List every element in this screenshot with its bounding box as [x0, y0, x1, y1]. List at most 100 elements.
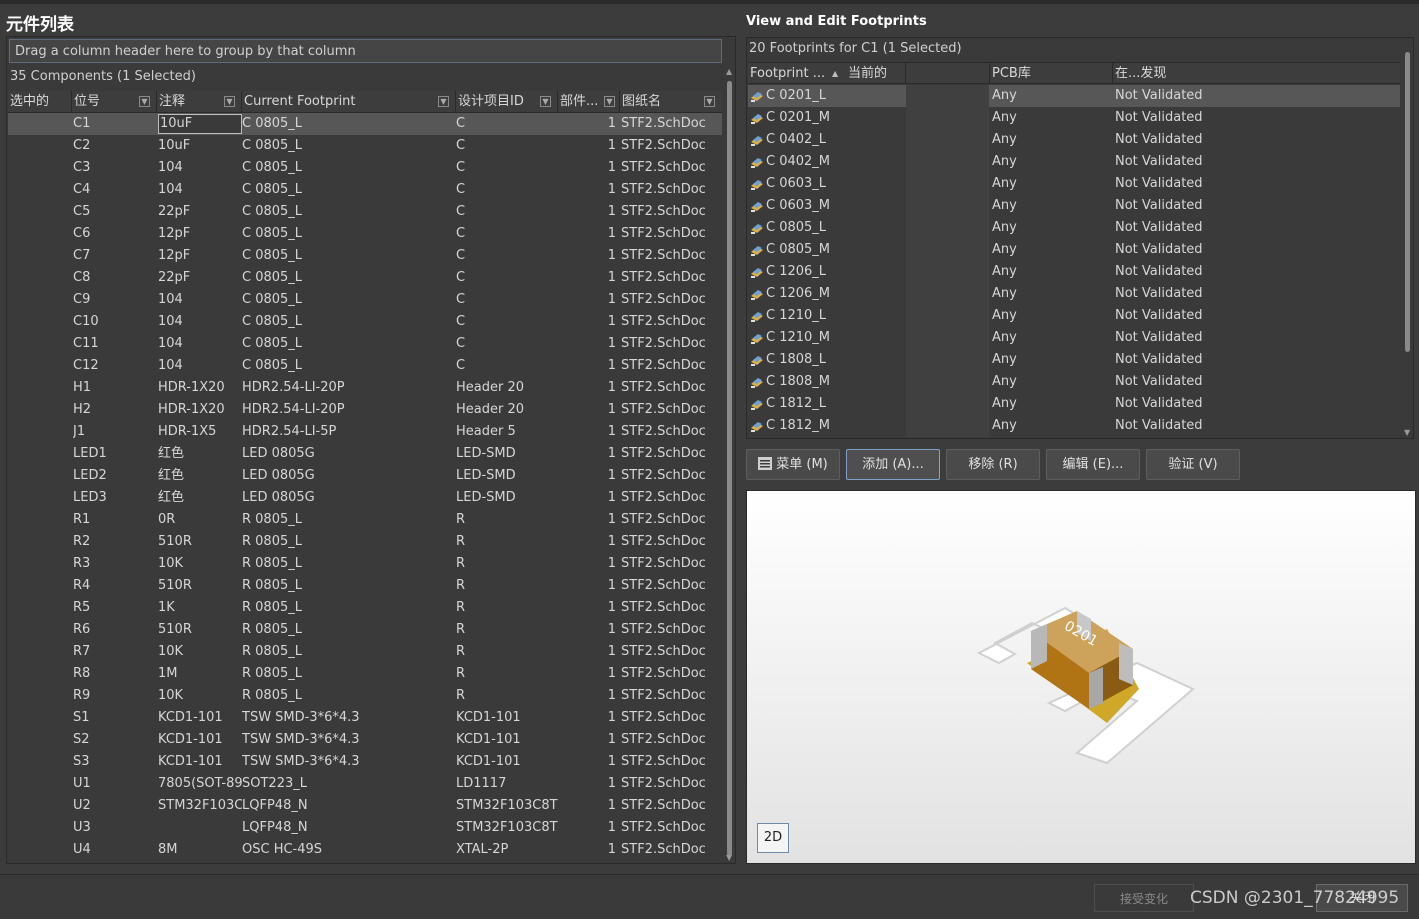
- col-header-part[interactable]: 部件... ▼: [558, 91, 620, 113]
- scrollbar-thumb[interactable]: [727, 81, 732, 856]
- cell-footprint-name: C 1812_L: [766, 396, 827, 411]
- col-header-blank[interactable]: [906, 63, 990, 84]
- component-row[interactable]: U4 8M OSC HC-49S XTAL-2P 1 STF2.SchDoc: [8, 839, 722, 861]
- component-row[interactable]: R7 10K R 0805_L R 1 STF2.SchDoc: [8, 641, 722, 663]
- component-row[interactable]: R6 510R R 0805_L R 1 STF2.SchDoc: [8, 619, 722, 641]
- component-row[interactable]: C7 12pF C 0805_L C 1 STF2.SchDoc: [8, 245, 722, 267]
- view-2d-toggle[interactable]: 2D: [757, 823, 789, 853]
- validate-button[interactable]: 验证 (V): [1146, 449, 1240, 480]
- component-row[interactable]: C1 10uF C 0805_L C 1 STF2.SchDoc: [8, 113, 722, 135]
- cell-designator: C9: [73, 292, 91, 307]
- col-header-comment[interactable]: 注释 ▼: [157, 91, 242, 113]
- component-row[interactable]: R8 1M R 0805_L R 1 STF2.SchDoc: [8, 663, 722, 685]
- filter-icon[interactable]: ▼: [540, 96, 551, 107]
- component-row[interactable]: C11 104 C 0805_L C 1 STF2.SchDoc: [8, 333, 722, 355]
- footprint-row[interactable]: C 0805_L Any Not Validated: [748, 217, 1400, 239]
- component-row[interactable]: LED3 红色 LED 0805G LED-SMD 1 STF2.SchDoc: [8, 487, 722, 509]
- component-row[interactable]: LED1 红色 LED 0805G LED-SMD 1 STF2.SchDoc: [8, 443, 722, 465]
- col-header-design-item-id[interactable]: 设计项目ID ▼: [456, 91, 558, 113]
- component-row[interactable]: J1 HDR-1X5 HDR2.54-LI-5P Header 5 1 STF2.SchD…: [8, 421, 722, 443]
- component-row[interactable]: C10 104 C 0805_L C 1 STF2.SchDoc: [8, 311, 722, 333]
- component-row[interactable]: U2 STM32F103C LQFP48_N STM32F103C8T6 1 STF2.S…: [8, 795, 722, 817]
- scroll-up-icon[interactable]: ▲: [726, 67, 732, 76]
- component-row[interactable]: C4 104 C 0805_L C 1 STF2.SchDoc: [8, 179, 722, 201]
- footprint-row[interactable]: C 0603_M Any Not Validated: [748, 195, 1400, 217]
- component-row[interactable]: R4 510R R 0805_L R 1 STF2.SchDoc: [8, 575, 722, 597]
- col-header-found-in[interactable]: 在...发现: [1113, 63, 1400, 84]
- footprint-row[interactable]: C 1206_M Any Not Validated: [748, 283, 1400, 305]
- footprint-row[interactable]: C 0805_M Any Not Validated: [748, 239, 1400, 261]
- footprint-icon: [750, 419, 764, 433]
- component-row[interactable]: C12 104 C 0805_L C 1 STF2.SchDoc: [8, 355, 722, 377]
- footprint-row[interactable]: C 1812_L Any Not Validated: [748, 393, 1400, 415]
- cell-current-footprint: HDR2.54-LI-20P: [242, 402, 345, 417]
- footprint-row[interactable]: C 1210_M Any Not Validated: [748, 327, 1400, 349]
- footprint-row[interactable]: C 0603_L Any Not Validated: [748, 173, 1400, 195]
- col-label: 选中的: [10, 94, 50, 109]
- cell-designator: LED3: [73, 490, 107, 505]
- col-header-selected[interactable]: 选中的: [8, 91, 72, 113]
- footprint-row[interactable]: C 0201_L Any Not Validated: [748, 85, 1400, 107]
- filter-icon[interactable]: ▼: [139, 96, 150, 107]
- scrollbar-thumb[interactable]: [1405, 52, 1410, 352]
- component-row[interactable]: R5 1K R 0805_L R 1 STF2.SchDoc: [8, 597, 722, 619]
- footprint-3d-preview[interactable]: 0201 2D: [746, 490, 1416, 864]
- col-header-designator[interactable]: 位号 ▼: [72, 91, 157, 113]
- filter-icon[interactable]: ▼: [224, 96, 235, 107]
- component-row[interactable]: C8 22pF C 0805_L C 1 STF2.SchDoc: [8, 267, 722, 289]
- component-row[interactable]: C9 104 C 0805_L C 1 STF2.SchDoc: [8, 289, 722, 311]
- cell-comment: KCD1-101: [158, 710, 223, 725]
- component-row[interactable]: C6 12pF C 0805_L C 1 STF2.SchDoc: [8, 223, 722, 245]
- component-list-scrollbar[interactable]: ▲ ▼: [724, 67, 735, 862]
- scroll-down-icon[interactable]: ▼: [726, 853, 732, 862]
- scroll-down-icon[interactable]: ▼: [1404, 428, 1410, 437]
- component-row[interactable]: U1 7805(SOT-89 SOT223_L LD1117 1 STF2.SchDoc: [8, 773, 722, 795]
- component-row[interactable]: S2 KCD1-101 TSW SMD-3*6*4.3 KCD1-101 1 STF2.S…: [8, 729, 722, 751]
- col-header-sheet-name[interactable]: 图纸名 ▼: [620, 91, 722, 113]
- component-row[interactable]: C3 104 C 0805_L C 1 STF2.SchDoc: [8, 157, 722, 179]
- accept-changes-button[interactable]: 接受变化: [1094, 884, 1194, 912]
- footprint-row[interactable]: C 1210_L Any Not Validated: [748, 305, 1400, 327]
- remove-footprint-button[interactable]: 移除 (R): [946, 449, 1040, 480]
- component-row[interactable]: C2 10uF C 0805_L C 1 STF2.SchDoc: [8, 135, 722, 157]
- component-row[interactable]: H1 HDR-1X20 HDR2.54-LI-20P Header 20 1 STF2.S…: [8, 377, 722, 399]
- current-column-cell: [906, 393, 989, 415]
- footprint-row[interactable]: C 1812_M Any Not Validated: [748, 415, 1400, 437]
- watermark-text: CSDN @2301_77824995: [1190, 888, 1400, 908]
- footprint-row[interactable]: C 1808_M Any Not Validated: [748, 371, 1400, 393]
- component-row[interactable]: U3 LQFP48_N STM32F103C8T6 1 STF2.SchDoc: [8, 817, 722, 839]
- cell-comment[interactable]: 10uF: [158, 114, 242, 134]
- component-list-title: 元件列表: [6, 15, 74, 35]
- component-row[interactable]: C5 22pF C 0805_L C 1 STF2.SchDoc: [8, 201, 722, 223]
- footprint-row[interactable]: C 1206_L Any Not Validated: [748, 261, 1400, 283]
- component-row[interactable]: R1 0R R 0805_L R 1 STF2.SchDoc: [8, 509, 722, 531]
- component-row[interactable]: S1 KCD1-101 TSW SMD-3*6*4.3 KCD1-101 1 STF2.S…: [8, 707, 722, 729]
- cell-found-in: Not Validated: [1115, 352, 1203, 367]
- col-header-pcb-library[interactable]: PCB库: [990, 63, 1113, 84]
- filter-icon[interactable]: ▼: [704, 96, 715, 107]
- component-row[interactable]: LED2 红色 LED 0805G LED-SMD 1 STF2.SchDoc: [8, 465, 722, 487]
- add-footprint-button[interactable]: 添加 (A)...: [846, 449, 940, 480]
- component-row[interactable]: H2 HDR-1X20 HDR2.54-LI-20P Header 20 1 STF2.S…: [8, 399, 722, 421]
- component-row[interactable]: R3 10K R 0805_L R 1 STF2.SchDoc: [8, 553, 722, 575]
- cell-footprint-name: C 0603_L: [766, 176, 827, 191]
- cell-part: 1: [607, 182, 616, 197]
- cell-designator: H2: [73, 402, 92, 417]
- filter-icon[interactable]: ▼: [604, 96, 615, 107]
- cell-pcb-library: Any: [992, 110, 1017, 125]
- footprint-row[interactable]: C 0201_M Any Not Validated: [748, 107, 1400, 129]
- component-row[interactable]: R2 510R R 0805_L R 1 STF2.SchDoc: [8, 531, 722, 553]
- filter-icon[interactable]: ▼: [438, 96, 449, 107]
- cell-part: 1: [607, 732, 616, 747]
- col-header-footprint[interactable]: Footprint ... ▲ 当前的: [748, 63, 906, 84]
- col-header-current-footprint[interactable]: Current Footprint ▼: [242, 91, 456, 113]
- edit-footprint-button[interactable]: 编辑 (E)...: [1046, 449, 1140, 480]
- footprint-list-scrollbar[interactable]: ▼: [1402, 40, 1413, 438]
- footprint-row[interactable]: C 0402_L Any Not Validated: [748, 129, 1400, 151]
- footprint-row[interactable]: C 1808_L Any Not Validated: [748, 349, 1400, 371]
- group-by-drop-area[interactable]: Drag a column header here to group by th…: [9, 39, 722, 63]
- component-row[interactable]: R9 10K R 0805_L R 1 STF2.SchDoc: [8, 685, 722, 707]
- menu-button[interactable]: 菜单 (M): [746, 449, 840, 480]
- footprint-row[interactable]: C 0402_M Any Not Validated: [748, 151, 1400, 173]
- component-row[interactable]: S3 KCD1-101 TSW SMD-3*6*4.3 KCD1-101 1 STF2.S…: [8, 751, 722, 773]
